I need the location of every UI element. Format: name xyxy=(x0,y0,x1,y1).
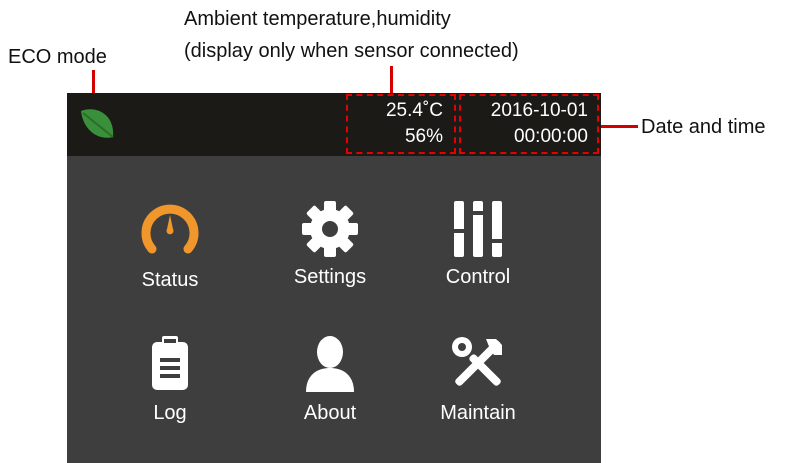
log-menu-button[interactable]: Log xyxy=(105,331,235,451)
date-time-leader-line xyxy=(600,125,638,128)
humidity-readout: 56% xyxy=(404,126,443,147)
maintain-menu-button[interactable]: Maintain xyxy=(413,331,543,451)
date-time-annotation: Date and time xyxy=(641,116,766,138)
settings-menu-button[interactable]: Settings xyxy=(265,197,395,317)
ambient-annotation-line1: Ambient temperature,humidity xyxy=(184,8,451,30)
temperature-readout: 25.4˚C xyxy=(385,100,443,121)
clipboard-icon xyxy=(105,331,235,395)
ambient-annotation-line2: (display only when sensor connected) xyxy=(184,40,519,62)
sliders-icon xyxy=(413,197,543,261)
device-screen: 25.4˚C 56% 2016-10-01 00:00:00 Status Se… xyxy=(67,93,601,463)
control-menu-label: Control xyxy=(445,266,511,288)
status-menu-button[interactable]: Status xyxy=(105,197,235,317)
time-readout: 00:00:00 xyxy=(514,126,588,147)
about-menu-button[interactable]: About xyxy=(265,331,395,451)
log-menu-label: Log xyxy=(153,402,187,424)
about-menu-label: About xyxy=(303,402,357,424)
leaf-icon xyxy=(77,103,119,145)
status-menu-label: Status xyxy=(141,269,199,291)
maintain-menu-label: Maintain xyxy=(440,402,516,424)
control-menu-button[interactable]: Control xyxy=(413,197,543,317)
settings-menu-label: Settings xyxy=(293,266,367,288)
date-readout: 2016-10-01 xyxy=(490,100,588,121)
eco-mode-annotation: ECO mode xyxy=(8,46,107,68)
status-bar: 25.4˚C 56% 2016-10-01 00:00:00 xyxy=(67,93,601,156)
person-icon xyxy=(265,331,395,395)
gear-icon xyxy=(265,197,395,261)
ambient-leader-line xyxy=(390,66,393,94)
gauge-icon xyxy=(105,197,235,261)
tools-icon xyxy=(413,331,543,395)
